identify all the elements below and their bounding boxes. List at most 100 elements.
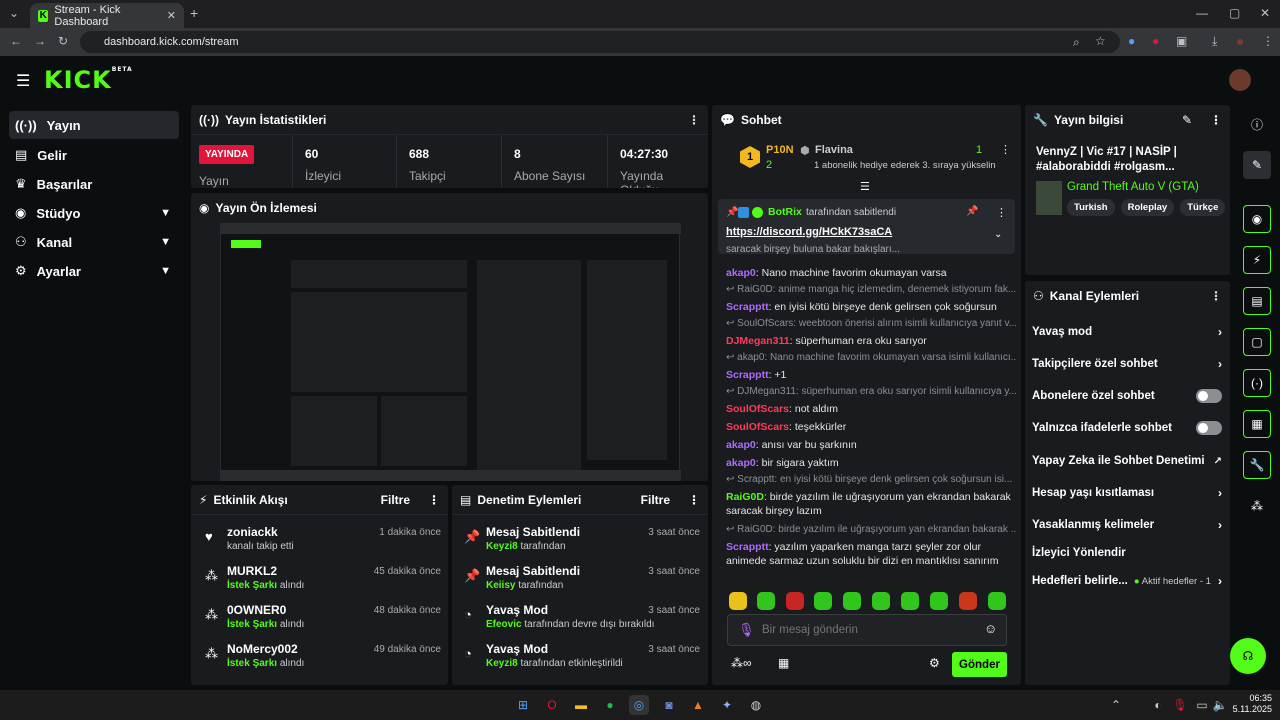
chat-username[interactable]: Scrapptt: [726, 369, 769, 381]
edit-icon[interactable]: ✎: [1182, 113, 1192, 127]
sidebar-item-ayarlar[interactable]: ⚙ Ayarlar ▼: [9, 257, 179, 285]
browser-menu-icon[interactable]: ⋮: [1262, 34, 1274, 48]
sidebar-item-gelir[interactable]: ▤ Gelir: [9, 141, 179, 169]
channel-action-row[interactable]: Yasaklanmış kelimeler ›: [1032, 513, 1222, 537]
tray-chevron-icon[interactable]: ⌃: [1106, 695, 1126, 715]
lightning-icon[interactable]: ⚡: [1243, 246, 1271, 274]
activity-filter-button[interactable]: Filtre: [381, 493, 410, 507]
window-close-icon[interactable]: ✕: [1260, 6, 1270, 20]
moderator-name[interactable]: Keiisy: [486, 580, 515, 591]
clock[interactable]: 06:35 5.11.2025: [1228, 693, 1272, 715]
tag-chip[interactable]: Turkish: [1067, 199, 1115, 216]
forward-icon[interactable]: →: [34, 34, 46, 48]
chat-username[interactable]: Scrapptt: [726, 301, 769, 313]
more-options-icon[interactable]: ⋮: [1210, 113, 1222, 127]
volume-icon[interactable]: 🔈: [1210, 695, 1230, 715]
collapse-icon[interactable]: ☰: [860, 180, 870, 193]
emote-icon[interactable]: [959, 592, 977, 610]
app-icon[interactable]: ✦: [717, 695, 737, 715]
back-icon[interactable]: ←: [10, 34, 22, 48]
emote-icon[interactable]: [757, 592, 775, 610]
category-thumbnail[interactable]: [1036, 181, 1062, 215]
pinned-link[interactable]: https://discord.gg/HCkK73saCA: [726, 226, 892, 238]
browser-tab[interactable]: K Stream - Kick Dashboard ✕: [30, 3, 184, 28]
sidebar-item-yayin[interactable]: ((·)) Yayın: [9, 111, 179, 139]
zoom-icon[interactable]: ⌕: [1073, 35, 1080, 50]
document-icon[interactable]: ▤: [1243, 287, 1271, 315]
channel-action-row[interactable]: Hesap yaşı kısıtlaması ›: [1032, 481, 1222, 505]
emote-icon[interactable]: [814, 592, 832, 610]
support-headset-icon[interactable]: ☊: [1230, 638, 1266, 674]
profile-avatar-icon[interactable]: ●: [1236, 33, 1244, 49]
second-gifter-name[interactable]: Flavina: [815, 144, 853, 156]
download-icon[interactable]: ⤓: [1212, 34, 1217, 49]
opera-icon[interactable]: O: [542, 695, 562, 715]
sidebar-item-kanal[interactable]: ⚇ Kanal ▼: [9, 228, 179, 256]
sidebar-item-studyo[interactable]: ◉ Stüdyo ▼: [9, 199, 179, 227]
url-input[interactable]: dashboard.kick.com/stream: [80, 31, 1120, 53]
tray-app-icon[interactable]: ◐: [1148, 695, 1168, 715]
toggle-switch[interactable]: [1196, 389, 1222, 403]
extension-icon[interactable]: ●: [1152, 34, 1159, 48]
tag-chip[interactable]: Türkçe: [1180, 199, 1226, 216]
discord-icon[interactable]: ◙: [659, 695, 679, 715]
file-explorer-icon[interactable]: ▬: [571, 695, 591, 715]
emoji-icon[interactable]: ☺: [984, 621, 997, 636]
activity-user[interactable]: MURKL2: [227, 564, 277, 578]
spotify-icon[interactable]: ●: [600, 695, 620, 715]
emote-icon[interactable]: [843, 592, 861, 610]
channel-action-row[interactable]: Yalnızca ifadelerle sohbet: [1032, 416, 1222, 440]
more-options-icon[interactable]: ⋮: [996, 206, 1007, 219]
new-tab-icon[interactable]: +: [190, 5, 198, 21]
emote-icon[interactable]: [786, 592, 804, 610]
emote-icon[interactable]: [988, 592, 1006, 610]
more-options-icon[interactable]: ⋮: [688, 493, 700, 507]
moderation-icon[interactable]: ▦: [1243, 410, 1271, 438]
activity-user[interactable]: NoMercy002: [227, 642, 298, 656]
moderator-name[interactable]: Keyzi8: [486, 658, 518, 669]
extension-icon[interactable]: ●: [1128, 34, 1135, 48]
more-options-icon[interactable]: ⋮: [688, 113, 700, 127]
chrome-icon[interactable]: ◎: [629, 695, 649, 715]
chat-identity-icon[interactable]: ⁂∞: [731, 656, 752, 670]
restore-icon[interactable]: ▢: [1229, 6, 1240, 20]
user-avatar[interactable]: [1229, 69, 1251, 91]
category-link[interactable]: Grand Theft Auto V (GTA): [1067, 181, 1199, 193]
emote-icon[interactable]: [872, 592, 890, 610]
unpin-icon[interactable]: 📌: [966, 206, 978, 217]
channel-action-row[interactable]: Takipçilere özel sohbet ›: [1032, 352, 1222, 376]
channel-action-row[interactable]: Yapay Zeka ile Sohbet Denetimi ↗: [1032, 449, 1222, 473]
toggle-switch[interactable]: [1196, 421, 1222, 435]
bookmark-star-icon[interactable]: ☆: [1095, 34, 1106, 48]
channel-action-row[interactable]: İzleyici Yönlendir: [1032, 541, 1222, 565]
stream-preview-video[interactable]: [220, 223, 681, 481]
broadcast-icon[interactable]: (·): [1243, 369, 1271, 397]
chat-username[interactable]: SoulOfScars: [726, 403, 789, 415]
reload-icon[interactable]: ↻: [58, 34, 68, 48]
moderator-name[interactable]: Efeovic: [486, 619, 522, 630]
chat-text-field[interactable]: [762, 621, 972, 639]
chat-username[interactable]: SoulOfScars: [726, 421, 789, 433]
chat-username[interactable]: RaiG0D: [726, 491, 764, 503]
sidebar-item-basarilar[interactable]: ♛ Başarılar: [9, 170, 179, 198]
chat-username[interactable]: DJMegan311: [726, 335, 790, 347]
hamburger-menu-icon[interactable]: ☰: [16, 71, 30, 91]
emote-icon[interactable]: [729, 592, 747, 610]
channel-action-row[interactable]: Yavaş mod ›: [1032, 320, 1222, 344]
more-options-icon[interactable]: ⋮: [1000, 143, 1011, 156]
microphone-icon[interactable]: 🎙: [738, 622, 755, 638]
chat-settings-icon[interactable]: ⚙: [929, 656, 940, 670]
chat-input[interactable]: 🎙 ☺: [727, 614, 1007, 646]
send-button[interactable]: Gönder: [952, 652, 1007, 677]
kick-logo[interactable]: KICKBETA: [44, 66, 133, 94]
edit-icon[interactable]: ✎: [1243, 151, 1271, 179]
network-icon[interactable]: ▭: [1192, 695, 1212, 715]
chat-username[interactable]: akap0: [726, 439, 756, 451]
channel-action-row[interactable]: Abonelere özel sohbet: [1032, 384, 1222, 408]
chevron-down-icon[interactable]: ⌄: [994, 229, 1002, 240]
microphone-icon[interactable]: 🎙: [1170, 695, 1190, 715]
emote-icon[interactable]: [901, 592, 919, 610]
chat-username[interactable]: akap0: [726, 457, 756, 469]
more-options-icon[interactable]: ⋮: [1210, 289, 1222, 303]
store-icon[interactable]: ▦: [778, 656, 789, 670]
